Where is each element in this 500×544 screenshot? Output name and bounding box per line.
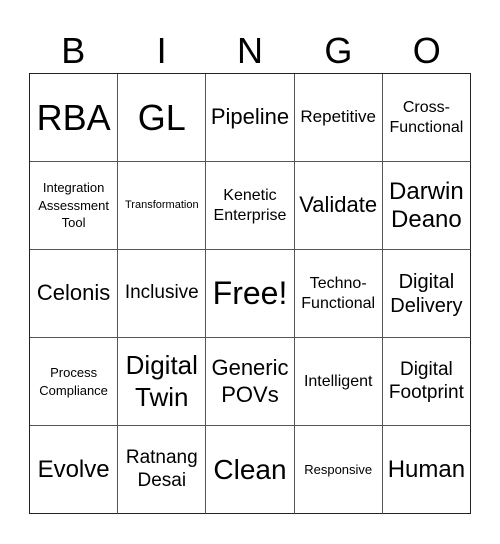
header-letter-i: I — [156, 30, 167, 71]
bingo-cell[interactable]: Validate — [294, 162, 383, 250]
bingo-cell[interactable]: Celonis — [30, 250, 119, 338]
bingo-cell[interactable]: Digital Footprint — [382, 338, 471, 426]
cell-label: Digital Footprint — [388, 358, 464, 403]
cell-label: Darwin Deano — [389, 177, 464, 233]
cell-label: Kenetic Enterprise — [213, 186, 287, 224]
cell-label: Transformation — [125, 198, 199, 211]
bingo-header: B I N G O — [29, 28, 471, 73]
bingo-cell[interactable]: Transformation — [118, 162, 207, 250]
bingo-cell[interactable]: Process Compliance — [30, 338, 119, 426]
cell-label: Clean — [213, 453, 287, 485]
bingo-cell[interactable]: Inclusive — [118, 250, 207, 338]
bingo-cell[interactable]: Intelligent — [294, 338, 383, 426]
bingo-cell[interactable]: Human — [382, 426, 471, 514]
bingo-cell[interactable]: Repetitive — [294, 74, 383, 162]
cell-label: Techno- Functional — [301, 274, 376, 312]
cell-label: Pipeline — [210, 104, 290, 130]
cell-label: Cross- Functional — [389, 98, 464, 136]
cell-label: Inclusive — [124, 282, 199, 304]
free-space-cell[interactable]: Free! — [206, 250, 295, 338]
header-letter-b: B — [61, 30, 86, 71]
bingo-cell[interactable]: Integration Assessment Tool — [30, 162, 119, 250]
cell-label: Repetitive — [300, 107, 376, 127]
bingo-cell[interactable]: Ratnang Desai — [118, 426, 207, 514]
bingo-cell[interactable]: Evolve — [30, 426, 119, 514]
bingo-cell[interactable]: GL — [118, 74, 207, 162]
header-letter-o: O — [412, 30, 441, 71]
cell-label: Integration Assessment Tool — [38, 180, 109, 231]
cell-label: Responsive — [304, 461, 373, 477]
cell-label: Celonis — [36, 280, 111, 306]
cell-label: Process Compliance — [39, 364, 108, 398]
cell-label: GL — [137, 96, 186, 138]
cell-label: Digital Twin — [125, 350, 198, 412]
bingo-cell[interactable]: Digital Delivery — [382, 250, 471, 338]
bingo-cell[interactable]: Clean — [206, 426, 295, 514]
header-letter-g: G — [324, 30, 353, 71]
bingo-cell[interactable]: Generic POVs — [206, 338, 295, 426]
bingo-cell[interactable]: Kenetic Enterprise — [206, 162, 295, 250]
bingo-cell[interactable]: Cross- Functional — [382, 74, 471, 162]
cell-label: Evolve — [37, 455, 110, 483]
bingo-cell[interactable]: Techno- Functional — [294, 250, 383, 338]
cell-label: Free! — [212, 274, 288, 311]
bingo-cell[interactable]: RBA — [30, 74, 119, 162]
cell-label: Human — [387, 455, 466, 483]
cell-label: Intelligent — [303, 372, 373, 390]
bingo-cell[interactable]: Responsive — [294, 426, 383, 514]
bingo-cell[interactable]: Digital Twin — [118, 338, 207, 426]
header-letter-n: N — [236, 30, 263, 71]
cell-label: RBA — [36, 96, 111, 138]
cell-label: Validate — [299, 192, 378, 218]
bingo-cell[interactable]: Pipeline — [206, 74, 295, 162]
bingo-board: RBA GL Pipeline Repetitive Cross- Functi… — [29, 73, 471, 514]
cell-label: Ratnang Desai — [125, 446, 198, 491]
cell-label: Digital Delivery — [390, 270, 463, 317]
bingo-cell[interactable]: Darwin Deano — [382, 162, 471, 250]
cell-label: Generic POVs — [211, 355, 289, 407]
